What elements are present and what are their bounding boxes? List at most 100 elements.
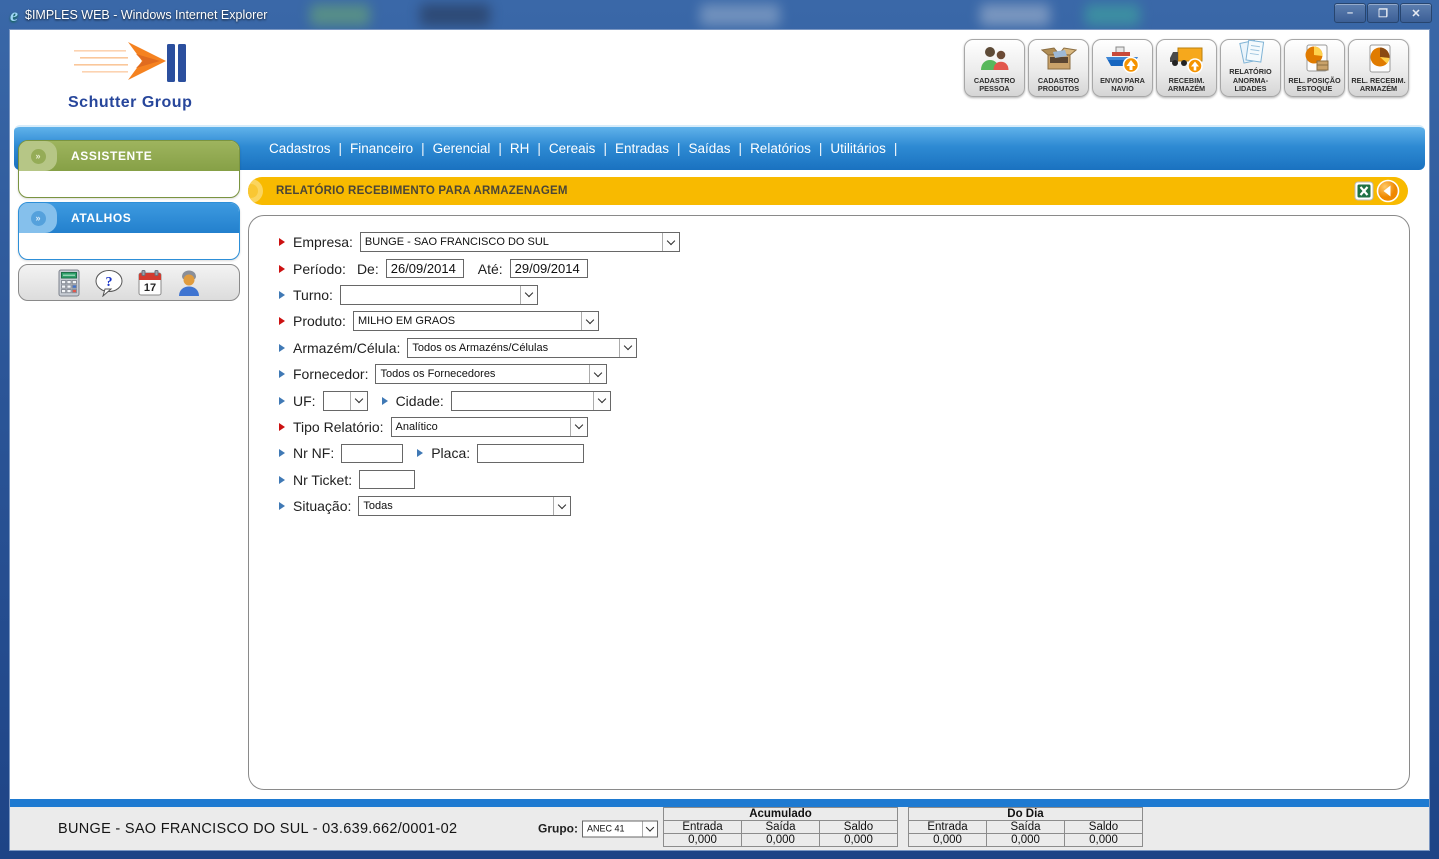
report-filter-form: Empresa: BUNGE - SAO FRANCISCO DO SUL Pe… (248, 215, 1410, 790)
toolbar-button-label: REL. RECEBIM. ARMAZÉM (1350, 77, 1407, 95)
optional-bullet-icon (279, 291, 285, 299)
uf-label: UF: (293, 393, 316, 409)
empresa-value: BUNGE - SAO FRANCISCO DO SUL (361, 233, 662, 251)
recebimento-armazem-button[interactable]: RECEBIM. ARMAZÉM (1156, 39, 1217, 97)
menu-item-utilitarios[interactable]: Utilitários (830, 141, 886, 156)
grupo-select[interactable]: ANEC 41 (582, 820, 658, 837)
uf-select[interactable] (323, 391, 368, 411)
excel-export-icon[interactable] (1354, 181, 1374, 201)
quick-access-toolbar: CADASTRO PESSOA CADASTRO PRODUTOS (964, 39, 1409, 97)
cell-value: 0,000 (742, 834, 820, 847)
help-icon[interactable]: ? (94, 269, 124, 297)
rel-posicao-estoque-button[interactable]: REL. POSIÇÃO ESTOQUE (1284, 39, 1345, 97)
calculator-icon[interactable] (57, 269, 81, 297)
atalhos-header[interactable]: » ATALHOS (19, 203, 239, 233)
report-bar-knob (248, 179, 263, 203)
periodo-de-label: De: (357, 261, 379, 277)
product-box-icon (1041, 42, 1077, 77)
turno-label: Turno: (293, 287, 333, 303)
minimize-button[interactable]: – (1334, 3, 1366, 23)
periodo-de-input[interactable] (386, 259, 464, 278)
window-title: $IMPLES WEB - Windows Internet Explorer (25, 8, 267, 22)
empresa-select[interactable]: BUNGE - SAO FRANCISCO DO SUL (360, 232, 680, 252)
browser-window: e $IMPLES WEB - Windows Internet Explore… (0, 0, 1439, 859)
menu-item-relatorios[interactable]: Relatórios (750, 141, 811, 156)
menu-separator: | (677, 141, 681, 156)
titlebar-glass-blur (420, 4, 490, 26)
form-row-produto: Produto: MILHO EM GRAOS (279, 308, 1409, 334)
menu-separator: | (421, 141, 425, 156)
menu-item-gerencial[interactable]: Gerencial (433, 141, 491, 156)
chevron-down-icon (593, 392, 610, 410)
optional-bullet-icon (279, 370, 285, 378)
back-icon[interactable] (1376, 179, 1400, 203)
rel-recebimento-armazem-button[interactable]: REL. RECEBIM. ARMAZÉM (1348, 39, 1409, 97)
col-header: Entrada (909, 821, 987, 834)
tipo-relatorio-select[interactable]: Analítico (391, 417, 588, 437)
titlebar-glass-blur (980, 4, 1050, 26)
fornecedor-value: Todos os Fornecedores (376, 365, 589, 383)
do-dia-title: Do Dia (909, 808, 1143, 821)
armazem-select[interactable]: Todos os Armazéns/Células (407, 338, 637, 358)
chevron-down-icon (350, 392, 367, 410)
restore-button[interactable]: ❐ (1367, 3, 1399, 23)
produto-label: Produto: (293, 313, 346, 329)
menu-item-financeiro[interactable]: Financeiro (350, 141, 413, 156)
cell-value: 0,000 (820, 834, 898, 847)
toolbar-button-label: ENVIO PARA NAVIO (1094, 77, 1151, 95)
calendar-day: 17 (143, 282, 155, 294)
periodo-ate-input[interactable] (510, 259, 588, 278)
panel-knob: » (19, 141, 57, 171)
turno-select[interactable] (340, 285, 538, 305)
title-bar: e $IMPLES WEB - Windows Internet Explore… (0, 0, 1439, 30)
menu-separator: | (339, 141, 343, 156)
cadastro-pessoa-button[interactable]: CADASTRO PESSOA (964, 39, 1025, 97)
nr-ticket-input[interactable] (359, 470, 415, 489)
produto-select[interactable]: MILHO EM GRAOS (353, 311, 599, 331)
tipo-relatorio-value: Analítico (392, 418, 570, 436)
panel-knob: » (19, 203, 57, 233)
menu-item-cereais[interactable]: Cereais (549, 141, 596, 156)
ship-icon (1104, 42, 1142, 77)
uf-value (324, 392, 350, 410)
cell-value: 0,000 (1065, 834, 1143, 847)
chevron-down-icon (553, 497, 570, 515)
form-row-uf-cidade: UF: Cidade: (279, 387, 1409, 413)
required-bullet-icon (279, 317, 285, 325)
assistente-label: ASSISTENTE (71, 149, 152, 163)
assistente-header[interactable]: » ASSISTENTE (19, 141, 239, 171)
col-header: Entrada (664, 821, 742, 834)
menu-item-rh[interactable]: RH (510, 141, 530, 156)
nr-nf-input[interactable] (341, 444, 403, 463)
user-icon[interactable] (176, 269, 202, 297)
optional-bullet-icon (279, 344, 285, 352)
empresa-label: Empresa: (293, 234, 353, 250)
toolbar-button-label: CADASTRO PESSOA (966, 77, 1023, 95)
chevron-down-icon (642, 821, 657, 836)
placa-input[interactable] (477, 444, 584, 463)
page-content: Schutter Group CADASTRO PESSOA (10, 30, 1429, 850)
menu-item-cadastros[interactable]: Cadastros (269, 141, 331, 156)
titlebar-glass-blur (310, 4, 370, 26)
menu-item-saidas[interactable]: Saídas (689, 141, 731, 156)
atalhos-label: ATALHOS (71, 211, 131, 225)
close-button[interactable]: ✕ (1400, 3, 1432, 23)
turno-value (341, 286, 520, 304)
form-row-turno: Turno: (279, 282, 1409, 308)
fornecedor-select[interactable]: Todos os Fornecedores (375, 364, 607, 384)
acumulado-table: Acumulado Entrada Saída Saldo 0,000 0,00… (663, 807, 898, 847)
form-row-nf-placa: Nr NF: Placa: (279, 440, 1409, 466)
form-row-fornecedor: Fornecedor: Todos os Fornecedores (279, 361, 1409, 387)
schutter-group-logo: Schutter Group (66, 38, 216, 116)
cidade-select[interactable] (451, 391, 611, 411)
calendar-icon[interactable]: 17 (137, 269, 163, 297)
menu-item-entradas[interactable]: Entradas (615, 141, 669, 156)
situacao-select[interactable]: Todas (358, 496, 571, 516)
cadastro-produtos-button[interactable]: CADASTRO PRODUTOS (1028, 39, 1089, 97)
optional-bullet-icon (417, 449, 423, 457)
relatorio-anormalidades-button[interactable]: RELATÓRIO ANORMA- LIDADES (1220, 39, 1281, 97)
form-row-tipo-relatorio: Tipo Relatório: Analítico (279, 414, 1409, 440)
menu-separator: | (603, 141, 607, 156)
envio-para-navio-button[interactable]: ENVIO PARA NAVIO (1092, 39, 1153, 97)
form-row-empresa: Empresa: BUNGE - SAO FRANCISCO DO SUL (279, 229, 1409, 255)
